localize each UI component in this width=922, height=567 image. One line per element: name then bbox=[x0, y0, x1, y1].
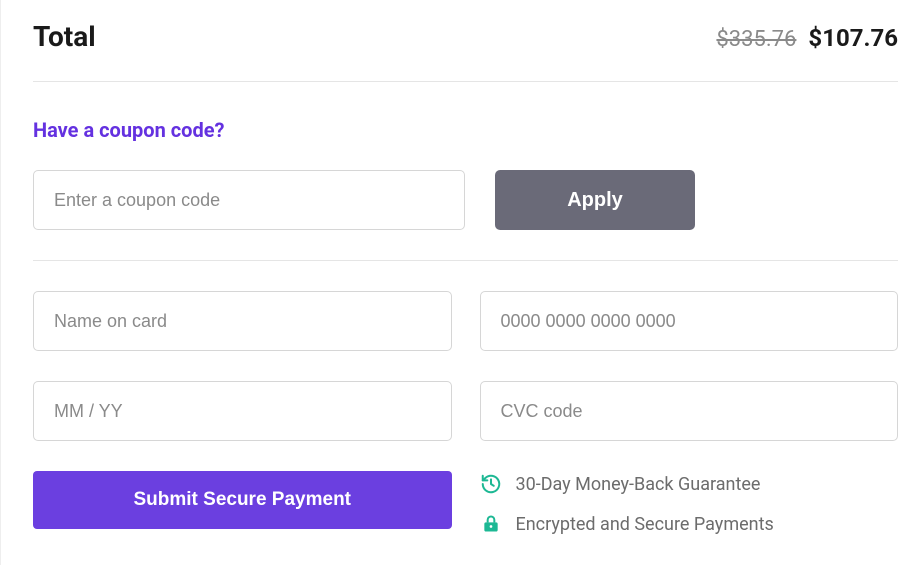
coupon-toggle-link[interactable]: Have a coupon code? bbox=[33, 118, 898, 142]
secure-payments-text: Encrypted and Secure Payments bbox=[516, 514, 774, 535]
total-label: Total bbox=[33, 20, 96, 53]
cvc-input[interactable] bbox=[480, 381, 899, 441]
name-on-card-input[interactable] bbox=[33, 291, 452, 351]
expiry-input[interactable] bbox=[33, 381, 452, 441]
submit-row: Submit Secure Payment 30-Day Money-Back … bbox=[33, 471, 898, 535]
apply-button[interactable]: Apply bbox=[495, 170, 695, 230]
money-back-text: 30-Day Money-Back Guarantee bbox=[516, 474, 761, 495]
submit-payment-button[interactable]: Submit Secure Payment bbox=[33, 471, 452, 529]
coupon-section: Have a coupon code? Apply bbox=[33, 82, 898, 261]
card-number-input[interactable] bbox=[480, 291, 899, 351]
coupon-input[interactable] bbox=[33, 170, 465, 230]
price-group: $335.76 $107.76 bbox=[716, 24, 898, 52]
card-expiry-cvc-row bbox=[33, 381, 898, 441]
guarantees: 30-Day Money-Back Guarantee Encrypted an… bbox=[480, 471, 899, 535]
total-row: Total $335.76 $107.76 bbox=[33, 20, 898, 82]
secure-payments: Encrypted and Secure Payments bbox=[480, 513, 899, 535]
coupon-row: Apply bbox=[33, 170, 898, 230]
card-name-number-row bbox=[33, 291, 898, 351]
payment-section: Submit Secure Payment 30-Day Money-Back … bbox=[33, 261, 898, 535]
final-price: $107.76 bbox=[808, 24, 898, 52]
money-back-guarantee: 30-Day Money-Back Guarantee bbox=[480, 473, 899, 495]
lock-icon bbox=[480, 513, 502, 535]
history-icon bbox=[480, 473, 502, 495]
original-price: $335.76 bbox=[716, 27, 796, 52]
